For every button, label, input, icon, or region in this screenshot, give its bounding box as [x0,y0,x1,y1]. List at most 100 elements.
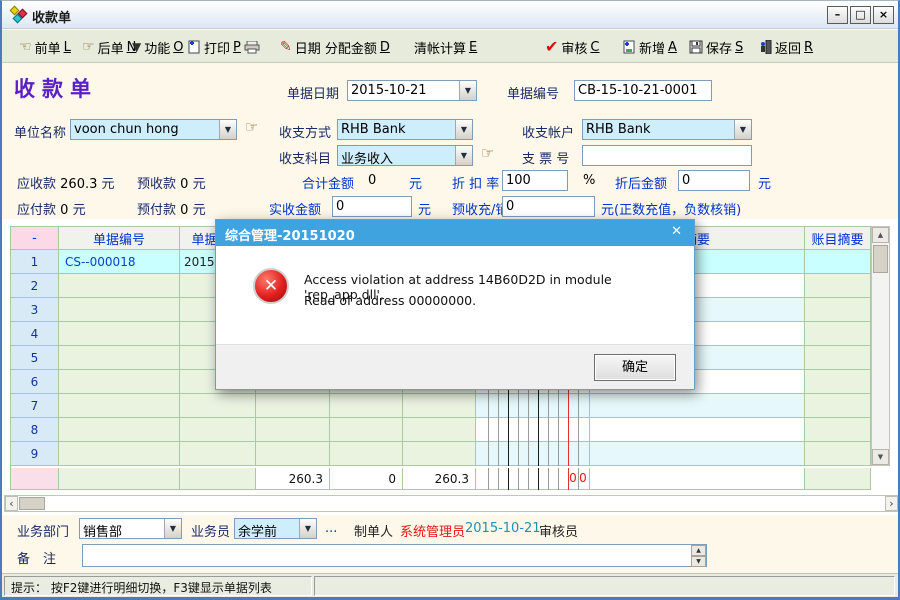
grid-cell[interactable] [59,394,180,418]
functions-button[interactable]: ▼ 功能O [132,38,183,56]
row-number-cell[interactable]: 1 [11,250,59,274]
grid-cell[interactable] [59,442,180,466]
chevron-down-icon[interactable]: ▼ [164,519,181,538]
grid-cell[interactable] [403,394,476,418]
scroll-up-icon[interactable]: ▲ [872,227,889,243]
clear-calc-button[interactable]: 清帐计算E [414,38,477,56]
grid-cell[interactable] [805,250,871,274]
scrollbar-thumb[interactable] [19,497,45,510]
dialog-footer: 确定 [216,344,694,389]
grid-cell[interactable] [256,394,330,418]
vertical-scrollbar[interactable]: ▲ ▼ [871,226,890,466]
row-number-cell[interactable]: 2 [11,274,59,298]
grid-cell[interactable] [330,418,403,442]
grid-cell[interactable] [805,274,871,298]
dept-combo[interactable]: 销售部▼ [79,518,182,539]
scroll-down-icon[interactable]: ▼ [872,449,889,465]
row-number-cell[interactable]: 4 [11,322,59,346]
audit-button[interactable]: ✔ 审核C [545,38,600,56]
unit-name-combo[interactable]: voon chun hong▼ [70,119,237,140]
title-bar: 收款单 – □ × [2,1,898,29]
memo-input[interactable] [82,544,707,567]
doc-date-combo[interactable]: 2015-10-21▼ [347,80,477,101]
pay-subject-combo[interactable]: 业务收入▼ [337,145,473,166]
grid-cell[interactable] [330,394,403,418]
ok-button[interactable]: 确定 [594,354,676,381]
save-button[interactable]: 保存S [689,38,743,56]
grid-cell[interactable] [590,442,805,466]
grid-cell[interactable] [476,418,590,442]
actual-amount-input[interactable] [332,196,412,217]
chevron-down-icon[interactable]: ▼ [219,120,236,139]
pay-method-combo[interactable]: RHB Bank▼ [337,119,473,140]
grid-cell[interactable] [180,442,256,466]
grid-cell[interactable] [403,442,476,466]
scrollbar-thumb[interactable] [873,245,888,273]
grid-cell[interactable] [330,442,403,466]
row-number-cell[interactable]: 7 [11,394,59,418]
grid-cell[interactable] [180,418,256,442]
grid-cell[interactable] [59,274,180,298]
doc-no-input[interactable] [574,80,712,101]
grid-cell[interactable] [476,442,590,466]
grid-cell[interactable] [805,442,871,466]
grid-cell[interactable] [805,322,871,346]
row-number-cell[interactable]: 8 [11,418,59,442]
percent-sign: % [583,173,595,188]
minimize-button[interactable]: – [827,6,848,24]
spinner-up-icon[interactable]: ▲ [691,545,706,556]
horizontal-scrollbar[interactable]: ‹ › [4,495,899,512]
row-number-cell[interactable]: 5 [11,346,59,370]
chevron-down-icon[interactable]: ▼ [459,81,476,100]
discounted-input[interactable] [678,170,750,191]
pointing-hand-icon[interactable]: ☞ [245,118,258,136]
date-allocate-button[interactable]: ✎ 日期 分配金额D [280,38,390,56]
print-setup-icon [187,40,201,54]
grid-cell[interactable] [805,418,871,442]
grid-cell[interactable] [256,442,330,466]
chevron-down-icon[interactable]: ▼ [299,519,316,538]
grid-cell[interactable] [180,394,256,418]
writeoff-input[interactable] [502,196,595,217]
close-button[interactable]: × [873,6,894,24]
grid-cell[interactable]: CS--000018 [59,250,180,274]
cheque-no-input[interactable] [582,145,752,166]
spinner-down-icon[interactable]: ▼ [691,556,706,567]
grid-cell[interactable] [59,346,180,370]
print-button[interactable]: 打印P [187,38,260,56]
pointing-hand-icon[interactable]: ☞ [481,144,494,162]
salesman-combo[interactable]: 余学前▼ [234,518,317,539]
more-ellipsis[interactable]: ... [325,521,337,536]
scroll-right-icon[interactable]: › [885,496,898,511]
grid-cell[interactable] [590,394,805,418]
grid-cell[interactable] [590,418,805,442]
grid-cell[interactable] [805,394,871,418]
row-number-cell[interactable]: 6 [11,370,59,394]
next-doc-button[interactable]: ☞ 后单N [82,38,136,56]
grid-cell[interactable] [403,418,476,442]
prev-doc-button[interactable]: ☜ 前单L [19,38,71,56]
doc-date-label: 单据日期 [287,83,339,102]
discount-rate-input[interactable] [502,170,568,191]
grid-cell[interactable] [59,298,180,322]
pay-account-combo[interactable]: RHB Bank▼ [582,119,752,140]
chevron-down-icon[interactable]: ▼ [455,120,472,139]
grid-cell[interactable] [256,418,330,442]
grid-cell[interactable] [59,322,180,346]
row-number-cell[interactable]: 3 [11,298,59,322]
maximize-button[interactable]: □ [850,6,871,24]
chevron-down-icon[interactable]: ▼ [455,146,472,165]
scroll-left-icon[interactable]: ‹ [5,496,18,511]
grid-cell[interactable] [805,298,871,322]
row-number-cell[interactable]: 9 [11,442,59,466]
grid-cell[interactable] [805,370,871,394]
grid-cell[interactable] [476,394,590,418]
grid-cell[interactable] [59,418,180,442]
printer-icon [244,41,260,54]
grid-cell[interactable] [805,346,871,370]
dialog-close-icon[interactable]: ✕ [671,224,682,239]
chevron-down-icon[interactable]: ▼ [734,120,751,139]
add-button[interactable]: 新增A [622,38,677,56]
grid-cell[interactable] [59,370,180,394]
back-button[interactable]: 返回R [760,38,813,56]
